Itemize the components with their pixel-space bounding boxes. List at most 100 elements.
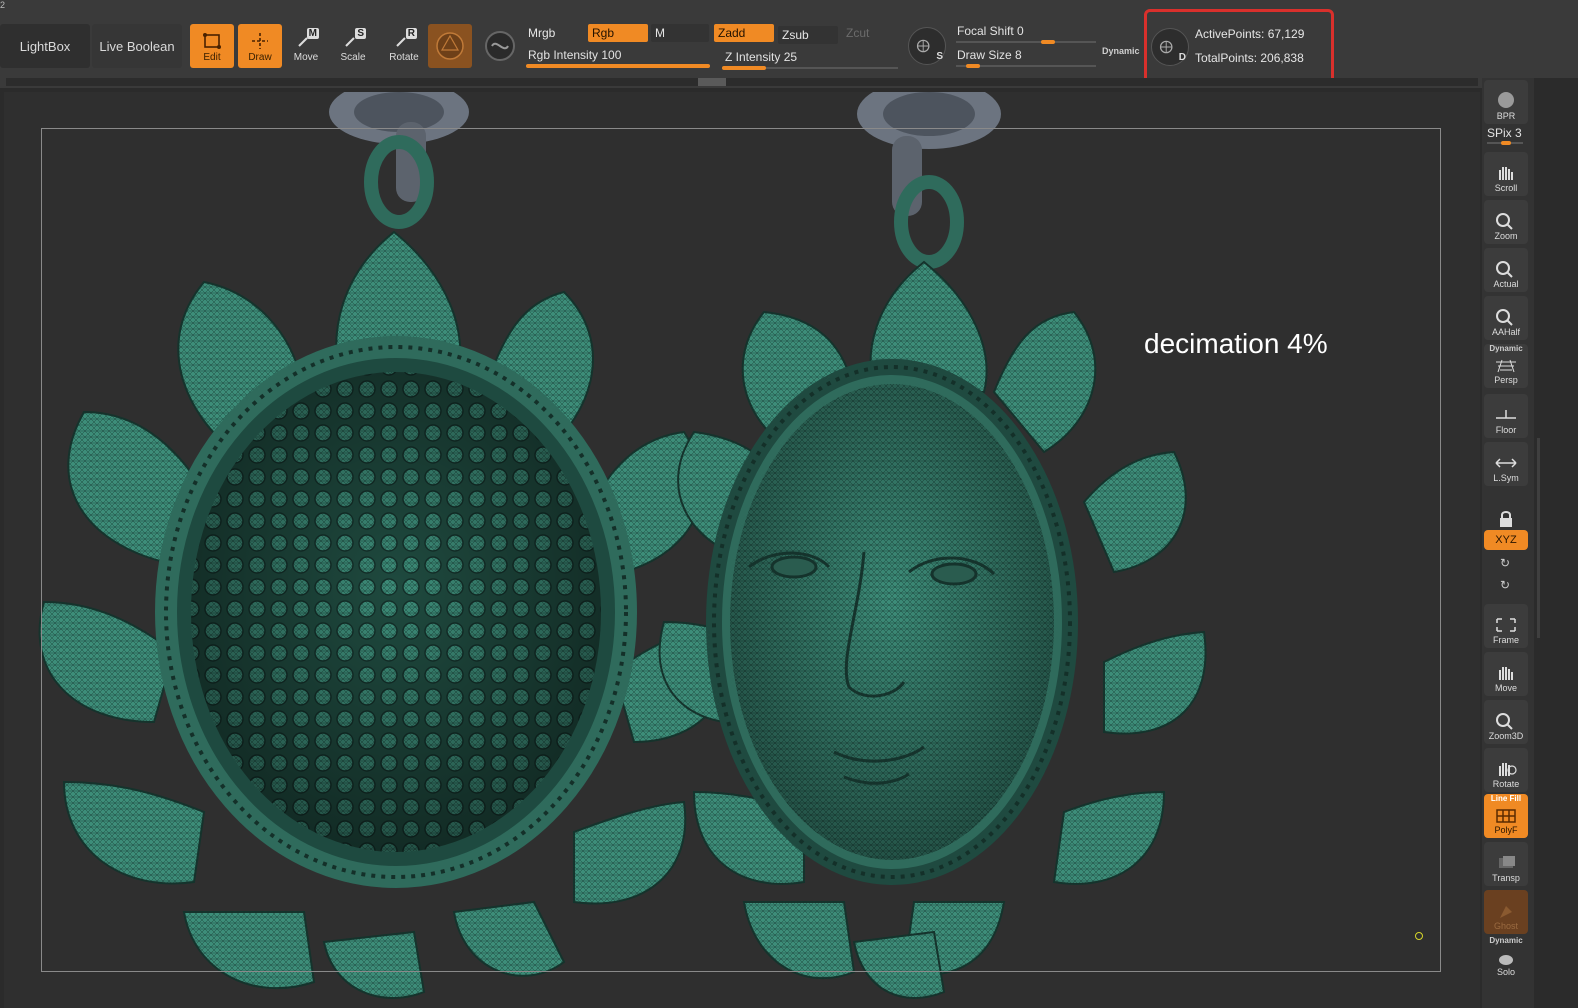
transp-button[interactable]: Transp bbox=[1484, 842, 1528, 886]
rotate-z-icon[interactable]: ↻ bbox=[1500, 578, 1510, 592]
transp-label: Transp bbox=[1492, 873, 1520, 883]
scale-label: Scale bbox=[340, 52, 366, 63]
draw-icon bbox=[249, 32, 271, 50]
right-shelf: BPR SPix 3 Scroll Zoom Actual AAHalf Dyn… bbox=[1482, 78, 1534, 1008]
persp-label: Persp bbox=[1494, 375, 1518, 385]
focal-shift-label: Focal Shift 0 bbox=[957, 24, 1024, 38]
toolbar-scroll-strip[interactable] bbox=[6, 78, 1478, 86]
actual-button[interactable]: Actual bbox=[1484, 248, 1528, 292]
d-hotkey: D bbox=[1178, 52, 1186, 63]
cursor-dot-icon bbox=[1415, 932, 1423, 940]
z-intensity-slider[interactable] bbox=[722, 66, 898, 70]
move-button[interactable]: M Move bbox=[284, 24, 328, 68]
zoom-label: Zoom bbox=[1494, 231, 1518, 241]
dynamic-brush-button[interactable]: D bbox=[1151, 28, 1189, 66]
brush-alpha-button[interactable]: S bbox=[908, 27, 946, 65]
floor-label: Floor bbox=[1495, 425, 1517, 435]
scale-hotkey: S bbox=[355, 28, 366, 39]
zcut-toggle[interactable]: Zcut bbox=[842, 24, 902, 42]
edit-label: Edit bbox=[203, 52, 221, 63]
draw-size-label: Draw Size 8 bbox=[957, 48, 1022, 62]
live-boolean-button[interactable]: Live Boolean bbox=[92, 24, 182, 68]
move-view-label: Move bbox=[1494, 683, 1517, 693]
scroll-thumb[interactable] bbox=[698, 78, 726, 86]
frame-icon bbox=[1496, 618, 1516, 632]
zoom-button[interactable]: Zoom bbox=[1484, 200, 1528, 244]
edge-scrollbar[interactable] bbox=[1537, 438, 1540, 638]
solo-button[interactable]: Dynamic Solo bbox=[1484, 936, 1528, 980]
solo-label: Solo bbox=[1496, 967, 1515, 977]
stroke-sphere-icon bbox=[485, 31, 515, 61]
aahalf-button[interactable]: AAHalf bbox=[1484, 296, 1528, 340]
focal-shift-knob bbox=[1041, 40, 1055, 44]
ghost-icon bbox=[1500, 906, 1512, 918]
polyf-linefill-label: Line Fill bbox=[1490, 794, 1522, 803]
floor-icon bbox=[1496, 410, 1516, 419]
m-toggle[interactable]: M bbox=[651, 24, 709, 42]
frame-button[interactable]: Frame bbox=[1484, 604, 1528, 648]
rotate-button[interactable]: R Rotate bbox=[382, 24, 426, 68]
move-label: Move bbox=[293, 52, 319, 63]
hand-icon bbox=[1499, 167, 1513, 180]
zadd-toggle[interactable]: Zadd bbox=[714, 24, 774, 42]
material-button[interactable] bbox=[428, 24, 472, 68]
persp-button[interactable]: Dynamic Persp bbox=[1484, 344, 1528, 388]
rotate-view-button[interactable]: Rotate bbox=[1484, 748, 1528, 792]
bpr-button[interactable]: BPR bbox=[1484, 80, 1528, 124]
z-intensity-label: Z Intensity 25 bbox=[725, 50, 798, 64]
draw-button[interactable]: Draw bbox=[238, 24, 282, 68]
aahalf-label: AAHalf bbox=[1491, 327, 1520, 337]
zoom3d-button[interactable]: Zoom3D bbox=[1484, 700, 1528, 744]
rgb-toggle[interactable]: Rgb bbox=[588, 24, 648, 42]
edit-button[interactable]: Edit bbox=[190, 24, 234, 68]
material-sphere-icon bbox=[436, 32, 464, 60]
move-icon: M bbox=[295, 28, 319, 50]
lock-button[interactable] bbox=[1484, 488, 1528, 532]
scale-icon: S bbox=[342, 28, 366, 50]
viewport-canvas[interactable]: decimation 4% bbox=[4, 92, 1480, 1008]
symmetry-icon bbox=[1495, 458, 1517, 468]
rotate-label: Rotate bbox=[389, 52, 419, 63]
polyf-button[interactable]: Line Fill PolyF bbox=[1484, 794, 1528, 838]
magnifier-icon bbox=[1496, 213, 1513, 230]
focal-shift-slider[interactable] bbox=[956, 40, 1096, 44]
decimation-annotation: decimation 4% bbox=[1144, 328, 1328, 359]
rotate-hand-icon bbox=[1499, 763, 1517, 776]
scale-button[interactable]: S Scale bbox=[331, 24, 375, 68]
lsym-label: L.Sym bbox=[1493, 473, 1519, 483]
spix-slider[interactable] bbox=[1487, 141, 1523, 145]
magnifier-icon bbox=[1496, 261, 1513, 278]
zsub-toggle[interactable]: Zsub bbox=[778, 26, 838, 44]
points-stats-highlight: D ActivePoints: 67,129 TotalPoints: 206,… bbox=[1144, 9, 1334, 84]
right-edge-panel bbox=[1534, 78, 1578, 1008]
scroll-button[interactable]: Scroll bbox=[1484, 152, 1528, 196]
floor-button[interactable]: Floor bbox=[1484, 394, 1528, 438]
transparency-icon bbox=[1499, 856, 1515, 868]
solo-icon bbox=[1499, 955, 1513, 965]
lock-icon bbox=[1500, 511, 1512, 527]
persp-dynamic-label: Dynamic bbox=[1489, 344, 1523, 353]
magnifier-icon bbox=[1496, 713, 1513, 730]
top-toolbar: 2 LightBox Live Boolean Edit Draw M Move… bbox=[0, 0, 1578, 88]
zoom3d-label: Zoom3D bbox=[1488, 731, 1524, 741]
lightbox-button[interactable]: LightBox bbox=[0, 24, 90, 68]
z-intensity-fill bbox=[722, 66, 766, 70]
bpr-sphere-icon bbox=[1498, 92, 1514, 108]
ghost-label: Ghost bbox=[1493, 921, 1518, 931]
active-points-readout: ActivePoints: 67,129 bbox=[1195, 27, 1305, 41]
grid-perspective-icon bbox=[1496, 359, 1516, 373]
ghost-button[interactable]: Ghost bbox=[1484, 890, 1528, 934]
xyz-button[interactable]: XYZ bbox=[1484, 530, 1528, 550]
actual-label: Actual bbox=[1493, 279, 1519, 289]
scroll-label: Scroll bbox=[1494, 183, 1518, 193]
move-view-button[interactable]: Move bbox=[1484, 652, 1528, 696]
draw-size-slider[interactable] bbox=[956, 64, 1096, 68]
rgb-intensity-slider[interactable] bbox=[526, 64, 710, 68]
dynamic-toggle[interactable]: Dynamic bbox=[1102, 46, 1140, 56]
mrgb-toggle[interactable]: Mrgb bbox=[524, 24, 584, 42]
rotate-y-icon[interactable]: ↻ bbox=[1500, 556, 1510, 570]
stroke-button[interactable] bbox=[478, 24, 522, 68]
spix-label: SPix 3 bbox=[1487, 126, 1522, 140]
lsym-button[interactable]: L.Sym bbox=[1484, 442, 1528, 486]
frame-label: Frame bbox=[1492, 635, 1519, 645]
